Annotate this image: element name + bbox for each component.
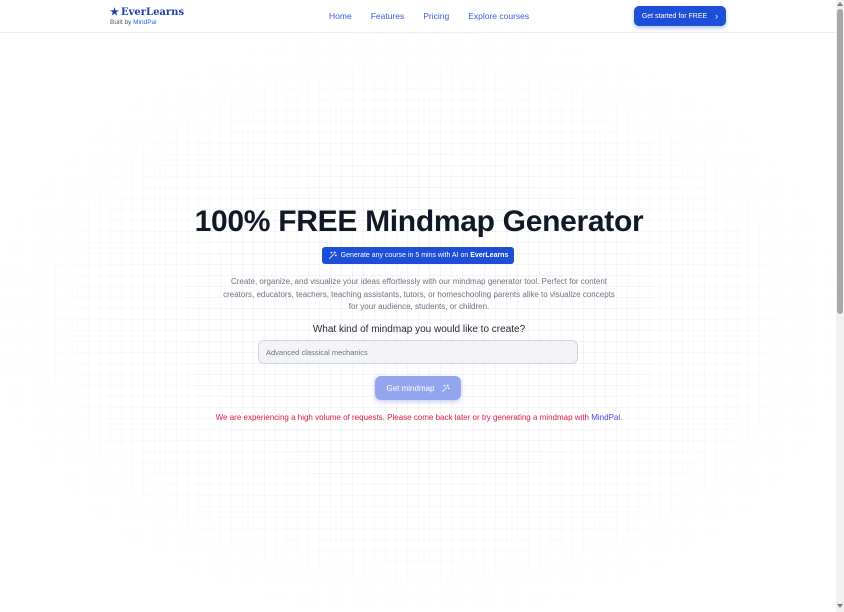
error-text: We are experiencing a high volume of req… [215,413,592,422]
mindpal-link[interactable]: MindPal [591,413,620,422]
badge-brand: EverLearns [470,252,509,259]
brand-logo[interactable]: ★ EverLearns Built by MindPal [110,7,184,27]
get-mindmap-label: Get mindmap [386,383,435,393]
scroll-down-arrow-icon[interactable] [837,604,843,608]
everlearns-promo-badge[interactable]: Generate any course in 5 mins with AI on… [322,247,514,264]
magic-wand-icon [328,251,337,259]
brand-subtitle: Built by MindPal [110,19,184,27]
nav-home[interactable]: Home [329,11,352,21]
main-nav: Home Features Pricing Explore courses [329,11,548,21]
hero-section: 100% FREE Mindmap Generator Generate any… [0,33,836,612]
get-started-label: Get started for FREE [641,12,708,20]
scrollbar-thumb[interactable] [837,9,843,314]
chevron-right-icon: › [715,10,719,21]
nav-features[interactable]: Features [371,11,405,21]
brand-sub-prefix: Built by [110,19,134,26]
star-icon: ★ [110,7,119,18]
brand-name: EverLearns [120,7,185,18]
page-scrollbar[interactable] [836,0,844,612]
error-message: We are experiencing a high volume of req… [0,413,838,423]
nav-pricing[interactable]: Pricing [423,11,449,21]
badge-prefix: Generate any course in 5 mins with AI on [340,252,471,259]
magic-wand-icon [441,383,450,392]
brand-name-row: ★ EverLearns [110,7,184,18]
hero-description: Create, organize, and visualize your ide… [223,277,615,311]
page-title: 100% FREE Mindmap Generator [194,205,644,238]
scroll-up-arrow-icon[interactable] [837,2,843,6]
mindmap-topic-input[interactable] [258,340,578,364]
nav-explore-courses[interactable]: Explore courses [468,11,529,21]
brand-sub-link[interactable]: MindPal [133,19,156,26]
error-suffix: . [620,413,623,422]
get-mindmap-button[interactable]: Get mindmap [375,376,461,400]
site-header: ★ EverLearns Built by MindPal Home Featu… [0,0,836,33]
get-started-button[interactable]: Get started for FREE › [634,6,726,26]
badge-text: Generate any course in 5 mins with AI on… [341,252,509,259]
mindmap-question: What kind of mindmap you would like to c… [312,324,526,335]
